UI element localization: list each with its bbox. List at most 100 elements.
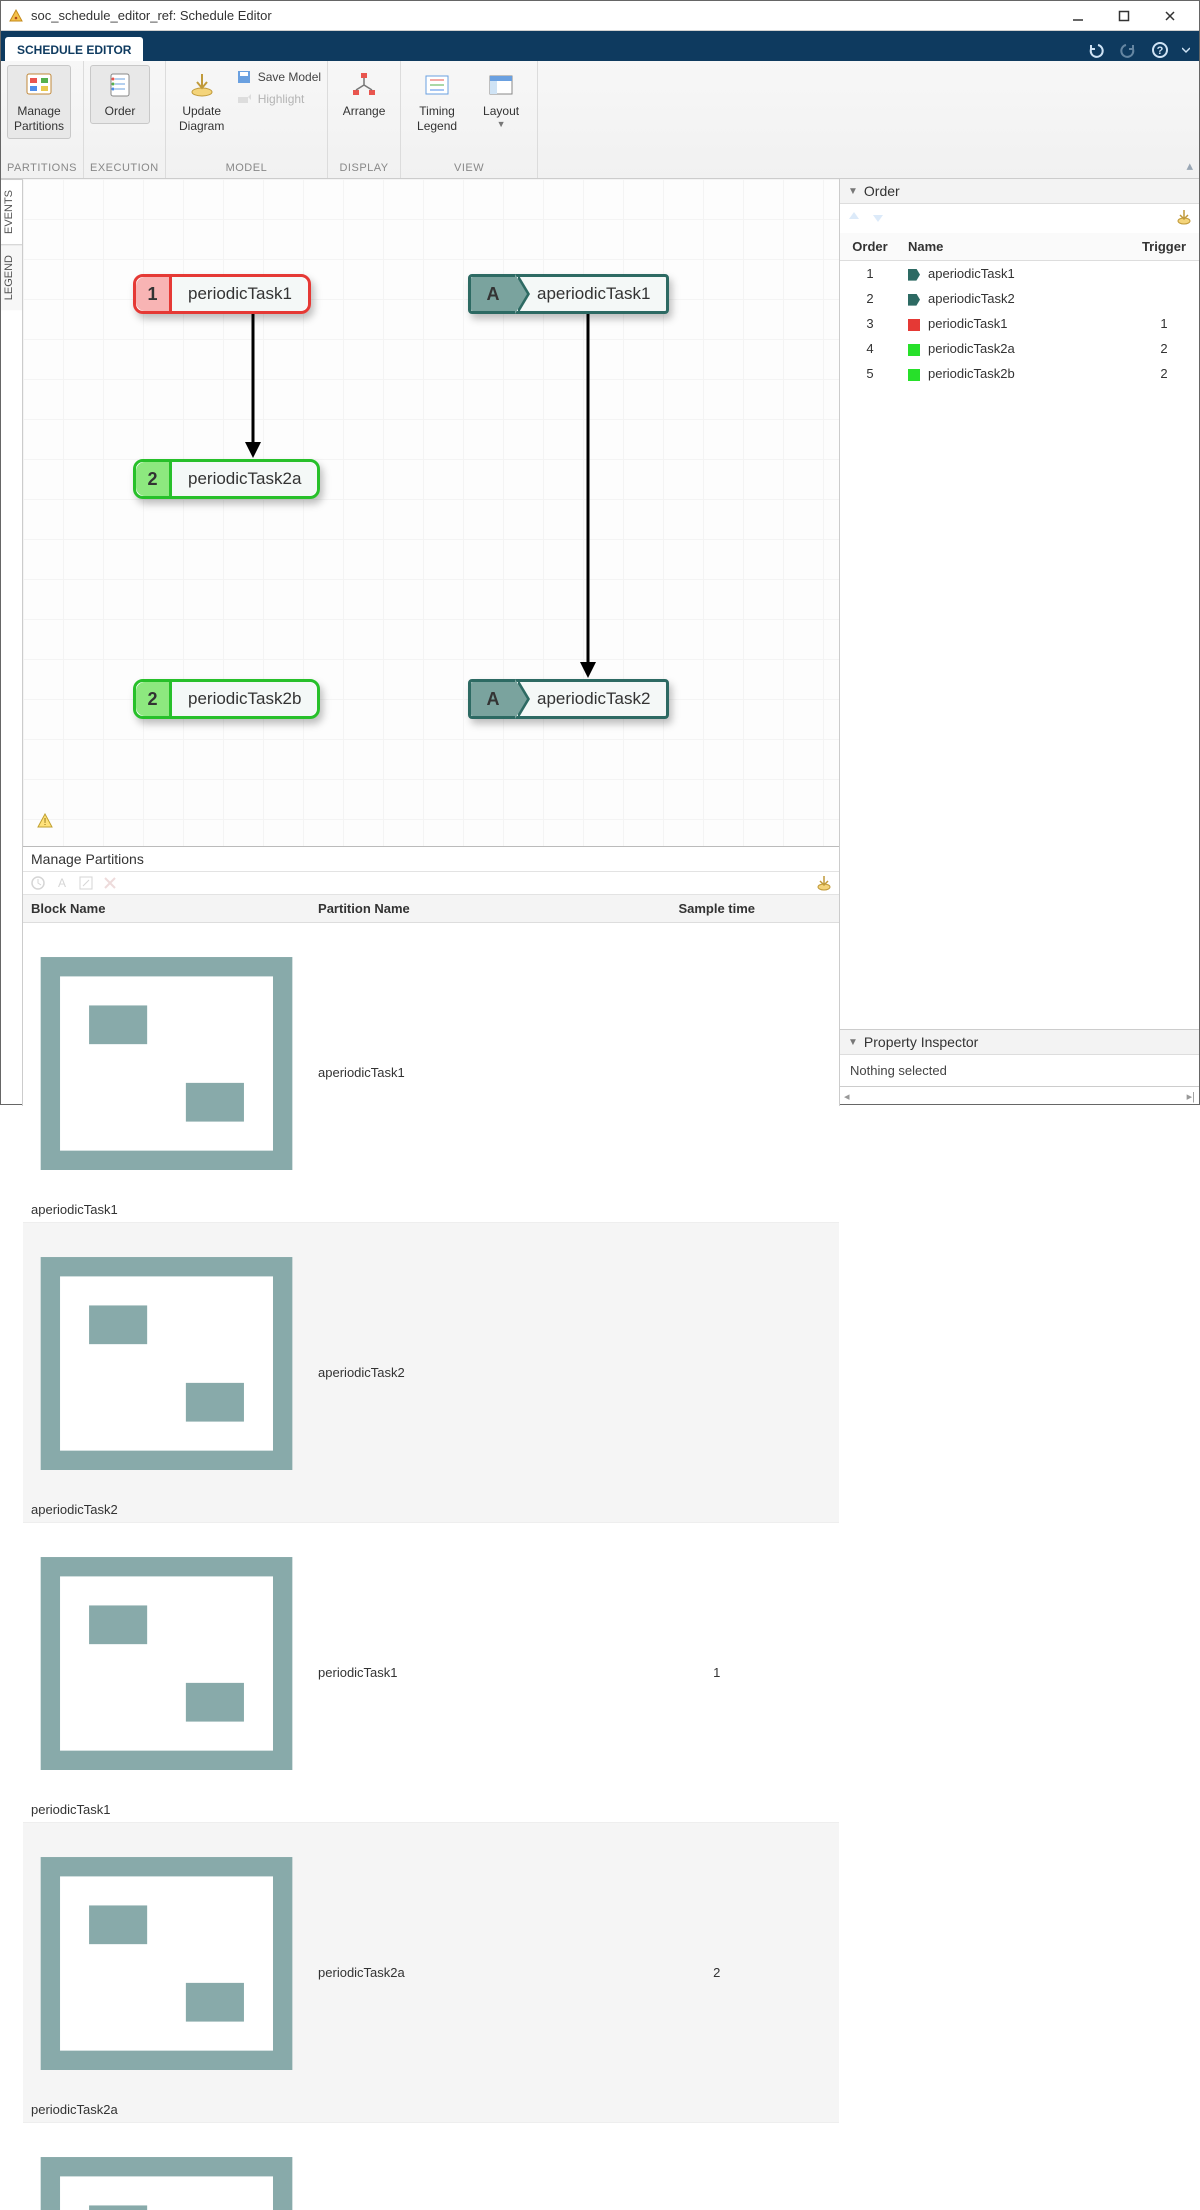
order-panel: ▼ Order Order Name Trigger 1aperiodicTas… <box>840 179 1199 1029</box>
property-inspector-body: Nothing selected <box>840 1055 1199 1086</box>
order-label: Order <box>105 104 136 119</box>
node-aperiodic-task2[interactable]: A aperiodicTask2 <box>468 679 669 719</box>
highlight-icon <box>236 91 252 107</box>
save-model-label: Save Model <box>258 70 321 84</box>
svg-text:?: ? <box>1157 45 1164 57</box>
col-sample-time[interactable]: Sample time <box>595 895 839 923</box>
timing-legend-button[interactable]: Timing Legend <box>407 65 467 139</box>
table-row[interactable]: 2aperiodicTask2 <box>840 286 1199 311</box>
mp-delete-icon[interactable] <box>101 874 119 892</box>
manage-partitions-button[interactable]: Manage Partitions <box>7 65 71 139</box>
arrange-button[interactable]: Arrange <box>334 65 394 124</box>
ribbon: Manage Partitions PARTITIONS Order EXECU… <box>1 61 1199 179</box>
col-name[interactable]: Name <box>900 233 1129 261</box>
block-icon <box>31 1487 302 1502</box>
layout-button[interactable]: Layout ▼ <box>471 65 531 135</box>
highlight-button: Highlight <box>236 91 321 107</box>
app-icon <box>7 7 25 25</box>
group-model-caption: MODEL <box>172 160 321 176</box>
close-button[interactable] <box>1147 2 1193 30</box>
order-panel-header[interactable]: ▼ Order <box>840 179 1199 204</box>
collapse-icon: ▼ <box>848 1037 858 1048</box>
table-row[interactable]: 4periodicTask2a2 <box>840 336 1199 361</box>
col-order[interactable]: Order <box>840 233 900 261</box>
node-periodic-task2b[interactable]: 2 periodicTask2b <box>133 679 320 719</box>
order-button[interactable]: Order <box>90 65 150 124</box>
arrange-icon <box>349 70 379 100</box>
property-inspector-header[interactable]: ▼ Property Inspector <box>840 1030 1199 1055</box>
node-tag: A <box>471 277 515 311</box>
arrange-label: Arrange <box>343 104 386 119</box>
order-table[interactable]: Order Name Trigger 1aperiodicTask12aperi… <box>840 233 1199 386</box>
mp-tool1-icon[interactable] <box>29 874 47 892</box>
warning-icon[interactable]: ! <box>37 813 53 832</box>
help-button[interactable]: ? <box>1149 39 1171 61</box>
sidetab-events[interactable]: EVENTS <box>1 179 22 244</box>
table-row[interactable]: 1aperiodicTask1 <box>840 261 1199 287</box>
order-panel-title: Order <box>864 183 900 199</box>
node-tag: A <box>471 682 515 716</box>
sidetab-legend[interactable]: LEGEND <box>1 244 22 310</box>
col-partition-name[interactable]: Partition Name <box>310 895 594 923</box>
order-icon <box>105 70 135 100</box>
move-up-icon[interactable] <box>846 209 862 228</box>
node-periodic-task1[interactable]: 1 periodicTask1 <box>133 274 311 314</box>
svg-text:A: A <box>58 876 66 890</box>
color-swatch <box>908 269 920 281</box>
mp-tool3-icon[interactable] <box>77 874 95 892</box>
order-toolbar <box>840 204 1199 233</box>
redo-button[interactable] <box>1117 39 1139 61</box>
manage-partitions-toolbar: A <box>23 871 839 895</box>
table-row[interactable]: aperiodicTask2aperiodicTask2 <box>23 1223 839 1523</box>
scroll-right-icon[interactable]: ▸| <box>1187 1090 1195 1103</box>
col-block-name[interactable]: Block Name <box>23 895 310 923</box>
manage-partitions-table[interactable]: Block Name Partition Name Sample time ap… <box>23 895 839 2210</box>
table-row[interactable]: periodicTask2bperiodicTask2b2 <box>23 2123 839 2210</box>
collapse-icon: ▼ <box>848 186 858 197</box>
arrow-a1-a2 <box>578 314 598 679</box>
node-periodic-task2a[interactable]: 2 periodicTask2a <box>133 459 320 499</box>
undo-button[interactable] <box>1085 39 1107 61</box>
right-column: ▼ Order Order Name Trigger 1aperiodicTas… <box>839 179 1199 1106</box>
table-row[interactable]: 5periodicTask2b2 <box>840 361 1199 386</box>
table-row[interactable]: 3periodicTask11 <box>840 311 1199 336</box>
side-tabs: EVENTS LEGEND <box>1 179 23 1106</box>
tabstrip: SCHEDULE EDITOR ? <box>1 31 1199 61</box>
minimize-button[interactable] <box>1055 2 1101 30</box>
color-swatch <box>908 369 920 381</box>
titlebar: soc_schedule_editor_ref: Schedule Editor <box>1 1 1199 31</box>
ribbon-collapse-icon[interactable]: ▴ <box>1186 158 1193 174</box>
layout-icon <box>486 70 516 100</box>
node-number: 1 <box>136 277 172 311</box>
table-row[interactable]: aperiodicTask1aperiodicTask1 <box>23 923 839 1223</box>
diagram-canvas[interactable]: 1 periodicTask1 2 periodicTask2a 2 perio… <box>23 179 839 846</box>
table-row[interactable]: periodicTask1periodicTask11 <box>23 1523 839 1823</box>
color-swatch <box>908 294 920 306</box>
svg-text:!: ! <box>44 817 47 828</box>
mp-update-icon[interactable] <box>815 874 833 892</box>
color-swatch <box>908 319 920 331</box>
node-label: periodicTask2b <box>172 682 317 716</box>
scroll-left-icon[interactable]: ◂ <box>844 1090 850 1103</box>
table-row[interactable]: periodicTask2aperiodicTask2a2 <box>23 1823 839 2123</box>
help-dropdown-icon[interactable] <box>1181 39 1191 61</box>
node-aperiodic-task1[interactable]: A aperiodicTask1 <box>468 274 669 314</box>
move-down-icon[interactable] <box>870 209 886 228</box>
layout-label: Layout <box>483 104 519 119</box>
chevron-down-icon: ▼ <box>497 119 506 130</box>
node-label: periodicTask2a <box>172 462 317 496</box>
update-diagram-button[interactable]: Update Diagram <box>172 65 232 139</box>
mp-tool2-icon[interactable]: A <box>53 874 71 892</box>
node-label: aperiodicTask2 <box>515 682 666 716</box>
save-icon <box>236 69 252 85</box>
tab-schedule-editor[interactable]: SCHEDULE EDITOR <box>5 37 143 61</box>
maximize-button[interactable] <box>1101 2 1147 30</box>
right-statusbar: ◂ ▸| <box>840 1086 1199 1106</box>
order-update-icon[interactable] <box>1175 208 1193 229</box>
node-label: aperiodicTask1 <box>515 277 666 311</box>
node-label: periodicTask1 <box>172 277 308 311</box>
save-model-button[interactable]: Save Model <box>236 69 321 85</box>
property-inspector-title: Property Inspector <box>864 1034 978 1050</box>
col-trigger[interactable]: Trigger <box>1129 233 1199 261</box>
property-inspector-panel: ▼ Property Inspector Nothing selected <box>840 1029 1199 1086</box>
